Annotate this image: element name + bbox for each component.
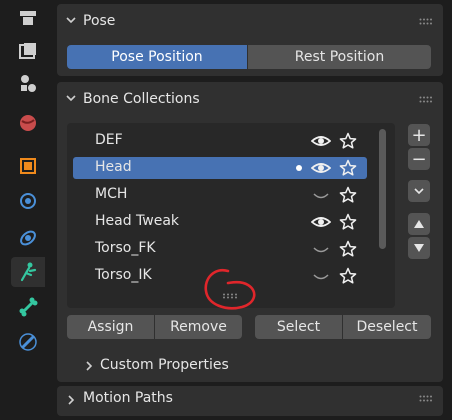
tab-tool[interactable]	[11, 3, 45, 33]
chevron-down-icon	[414, 188, 424, 195]
bone-collection-name: Torso_IK	[95, 267, 152, 283]
eye-closed-icon[interactable]	[311, 241, 331, 257]
eye-closed-icon[interactable]	[311, 187, 331, 203]
output-icon	[21, 75, 36, 92]
bone-collection-name: DEF	[95, 132, 123, 148]
tab-world[interactable]	[11, 108, 45, 138]
bone-collection-name: MCH	[95, 186, 128, 202]
pose-panel-header[interactable]: Pose	[57, 4, 443, 38]
armature-data-icon	[20, 262, 37, 282]
bone-collection-name: Torso_FK	[95, 240, 156, 256]
tab-physics[interactable]	[11, 223, 45, 253]
tool-icon	[20, 11, 36, 25]
chevron-right-icon	[68, 395, 75, 405]
move-up-button[interactable]	[408, 213, 430, 235]
tab-bone[interactable]	[11, 292, 45, 322]
tab-object[interactable]	[11, 151, 45, 181]
collection-specials-menu[interactable]	[408, 180, 430, 202]
bone-collection-row[interactable]: MCH	[73, 184, 367, 206]
solo-star-icon[interactable]	[339, 213, 357, 231]
custom-properties-header[interactable]: Custom Properties	[67, 352, 437, 378]
pose-panel-title: Pose	[83, 13, 116, 29]
move-down-button[interactable]	[408, 237, 430, 259]
properties-tab-bar	[0, 0, 47, 401]
custom-properties-title: Custom Properties	[100, 357, 229, 373]
chevron-right-icon	[86, 361, 93, 371]
eye-open-icon[interactable]	[311, 214, 331, 230]
triangle-down-icon	[414, 244, 424, 252]
remove-button[interactable]: Remove	[155, 315, 242, 339]
eye-closed-icon[interactable]	[311, 268, 331, 284]
bone-collections-panel-header[interactable]: Bone Collections	[57, 82, 443, 116]
bone-collection-row[interactable]: Head	[73, 157, 367, 179]
tab-modifier[interactable]	[11, 186, 45, 216]
solo-star-icon[interactable]	[339, 267, 357, 285]
chevron-down-icon	[66, 17, 76, 24]
drag-handle-icon[interactable]	[419, 18, 433, 26]
active-dot-icon	[296, 165, 302, 171]
solo-star-icon[interactable]	[339, 132, 357, 150]
pose-panel: Pose Pose Position Rest Position	[57, 4, 443, 76]
assign-button[interactable]: Assign	[67, 315, 154, 339]
eye-open-icon[interactable]	[311, 160, 331, 176]
select-button[interactable]: Select	[255, 315, 342, 339]
bone-collection-row[interactable]: DEF	[73, 130, 367, 152]
drag-handle-icon[interactable]	[419, 395, 433, 403]
annotation-circle-mark	[204, 268, 256, 310]
bone-icon	[19, 297, 38, 317]
tab-render[interactable]	[11, 36, 45, 66]
solo-star-icon[interactable]	[339, 159, 357, 177]
tab-bone-constraint[interactable]	[11, 327, 45, 357]
drag-handle-icon[interactable]	[419, 96, 433, 104]
bone-collection-name: Head	[95, 159, 132, 175]
list-scrollbar[interactable]	[379, 129, 386, 249]
object-icon	[20, 158, 36, 174]
bone-collection-row[interactable]: Torso_FK	[73, 238, 367, 260]
motion-paths-panel-title: Motion Paths	[83, 390, 173, 406]
rest-position-button[interactable]: Rest Position	[248, 45, 431, 69]
motion-paths-panel: Motion Paths	[57, 386, 443, 416]
pose-position-button[interactable]: Pose Position	[67, 45, 247, 69]
chevron-down-icon	[66, 95, 76, 102]
world-icon	[20, 115, 36, 131]
physics-icon	[20, 230, 36, 246]
solo-star-icon[interactable]	[339, 240, 357, 258]
triangle-up-icon	[414, 220, 424, 228]
solo-star-icon[interactable]	[339, 186, 357, 204]
tab-output[interactable]	[11, 69, 45, 99]
bone-constraint-icon	[19, 333, 37, 351]
remove-collection-button[interactable]: −	[408, 148, 430, 170]
tab-armature-data[interactable]	[11, 257, 45, 287]
bone-collection-name: Head Tweak	[95, 213, 180, 229]
add-collection-button[interactable]: +	[408, 124, 430, 146]
deselect-button[interactable]: Deselect	[343, 315, 431, 339]
bone-collections-panel-title: Bone Collections	[83, 91, 200, 107]
eye-open-icon[interactable]	[311, 133, 331, 149]
motion-paths-panel-header[interactable]: Motion Paths	[57, 386, 443, 420]
render-icon	[19, 43, 36, 59]
modifier-icon	[20, 193, 36, 209]
bone-collection-row[interactable]: Head Tweak	[73, 211, 367, 233]
